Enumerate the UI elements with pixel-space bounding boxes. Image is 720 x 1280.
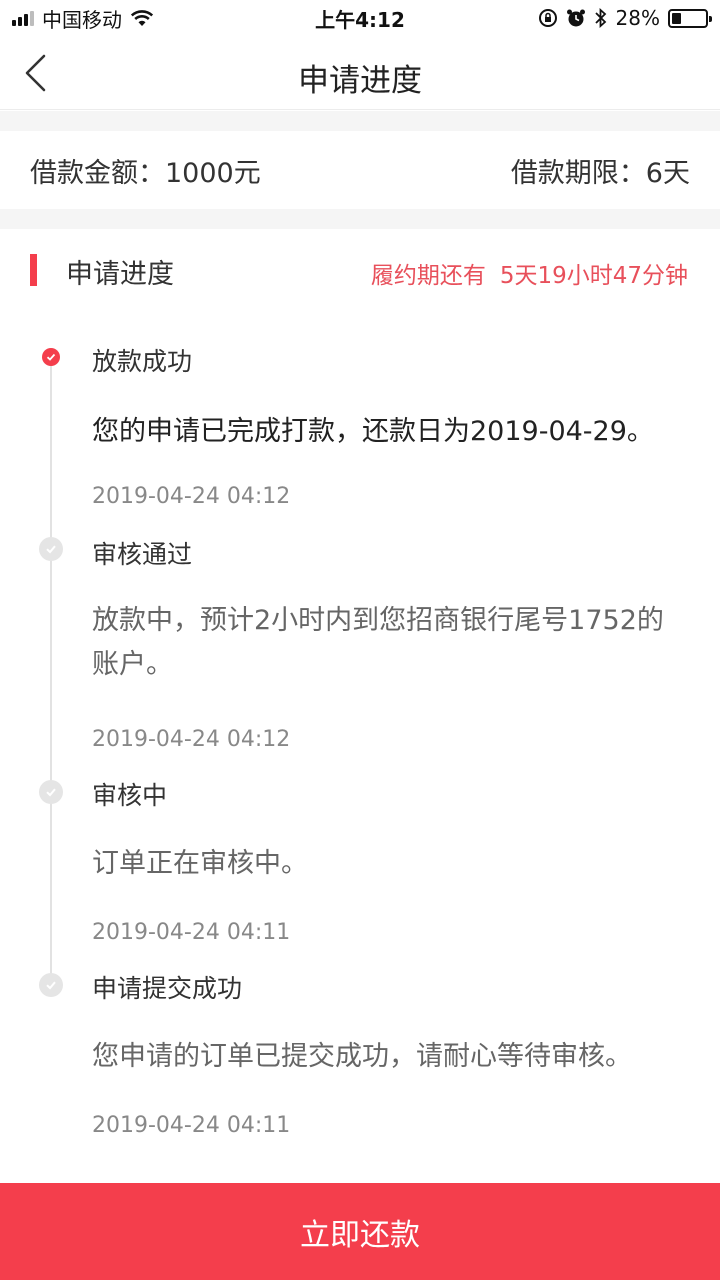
signal-icon bbox=[12, 10, 34, 26]
timeline-time: 2019-04-24 04:11 bbox=[92, 920, 291, 945]
timeline-title: 申请提交成功 bbox=[92, 974, 243, 1003]
fulfillment-countdown: 履约期还有 5天19小时47分钟 bbox=[371, 256, 688, 290]
timeline-time: 2019-04-24 04:11 bbox=[92, 1113, 291, 1138]
status-right: 28% bbox=[538, 6, 712, 30]
loan-summary: 借款金额：1000元 借款期限：6天 bbox=[0, 131, 720, 209]
progress-timeline: 放款成功 您的申请已完成打款，还款日为2019-04-29。 2019-04-2… bbox=[0, 320, 720, 1170]
nav-bar: 申请进度 bbox=[0, 36, 720, 110]
countdown-value: 5天19小时47分钟 bbox=[499, 263, 688, 289]
check-icon bbox=[39, 973, 63, 997]
divider bbox=[0, 209, 720, 229]
rotation-lock-icon bbox=[538, 9, 557, 27]
timeline-line bbox=[50, 356, 52, 986]
loan-term: 借款期限：6天 bbox=[510, 157, 690, 189]
page-title: 申请进度 bbox=[298, 63, 422, 99]
timeline-title: 审核中 bbox=[92, 781, 168, 810]
check-icon bbox=[39, 537, 63, 561]
section-accent-bar bbox=[30, 254, 37, 286]
timeline-time: 2019-04-24 04:12 bbox=[92, 727, 291, 752]
countdown-label: 履约期还有 bbox=[370, 263, 486, 289]
bluetooth-icon bbox=[594, 8, 606, 28]
timeline-title: 审核通过 bbox=[92, 540, 193, 569]
progress-section-header: 申请进度 履约期还有 5天19小时47分钟 bbox=[0, 230, 720, 310]
timeline-description: 放款中，预计2小时内到您招商银行尾号1752的账户。 bbox=[92, 605, 664, 680]
status-left: 中国移动 bbox=[12, 4, 154, 33]
divider bbox=[0, 111, 720, 131]
timeline-time: 2019-04-24 04:12 bbox=[92, 484, 291, 509]
timeline-description: 订单正在审核中。 bbox=[92, 848, 308, 879]
battery-percent: 28% bbox=[615, 6, 660, 30]
battery-level bbox=[672, 12, 681, 24]
check-icon bbox=[42, 348, 60, 366]
timeline-title: 放款成功 bbox=[92, 347, 193, 376]
wifi-icon bbox=[130, 10, 154, 26]
loan-amount: 借款金额：1000元 bbox=[30, 157, 261, 189]
timeline-description: 您申请的订单已提交成功，请耐心等待审核。 bbox=[92, 1041, 632, 1072]
alarm-icon bbox=[566, 9, 585, 27]
timeline-description: 您的申请已完成打款，还款日为2019-04-29。 bbox=[92, 416, 654, 447]
repay-now-button[interactable]: 立即还款 bbox=[0, 1183, 720, 1280]
section-title: 申请进度 bbox=[66, 259, 174, 290]
battery-icon bbox=[668, 8, 712, 28]
status-bar: 中国移动 上午4:12 28% bbox=[0, 0, 720, 36]
carrier-label: 中国移动 bbox=[42, 7, 122, 32]
check-icon bbox=[39, 780, 63, 804]
